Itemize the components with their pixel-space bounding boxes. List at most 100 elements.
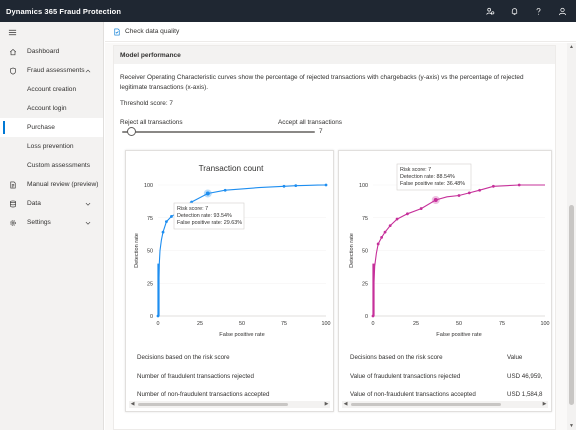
bell-icon[interactable] xyxy=(502,0,526,22)
y-axis-label: Detection rate xyxy=(349,233,355,268)
y-axis-label: Detection rate xyxy=(134,233,140,268)
sidebar-item-dashboard[interactable]: Dashboard xyxy=(0,42,103,61)
roc-description: Receiver Operating Characteristic curves… xyxy=(120,74,524,91)
tooltip-false-positive-rate: False positive rate: 36.48% xyxy=(400,181,465,187)
x-tick-label: 25 xyxy=(413,321,419,327)
sidebar-item-settings[interactable]: Settings xyxy=(0,213,103,232)
transaction-value-panel: 0 25 50 75 100 0 25 50 75 100 False positive rate D… xyxy=(338,150,552,412)
x-tick-label: 75 xyxy=(281,321,287,327)
scroll-right-icon[interactable]: ▶ xyxy=(541,401,548,408)
sidebar-item-label: Account creation xyxy=(27,86,77,93)
sidebar-item-purchase[interactable]: Purchase xyxy=(0,118,103,137)
highlight-point xyxy=(205,191,210,196)
user-icon[interactable] xyxy=(550,0,574,22)
sidebar-item-manual-review[interactable]: Manual review (preview) xyxy=(0,175,103,194)
data-point xyxy=(395,217,399,221)
scrollbar-thumb[interactable] xyxy=(138,403,288,406)
help-icon[interactable] xyxy=(526,0,550,22)
scrollbar-thumb[interactable] xyxy=(569,205,574,405)
sidebar-item-label: Loss prevention xyxy=(27,143,74,150)
sidebar-item-fraud-assessments[interactable]: Fraud assessments xyxy=(0,61,103,80)
transaction-count-chart: 0 25 50 75 100 0 25 50 75 100 False positive rate D… xyxy=(134,164,331,338)
sidebar-item-data[interactable]: Data xyxy=(0,194,103,213)
y-tick-label: 100 xyxy=(144,183,153,189)
data-point xyxy=(376,242,380,246)
chevron-up-icon[interactable] xyxy=(85,68,95,74)
data-point xyxy=(165,220,168,224)
data-point xyxy=(380,236,383,239)
y-tick-label: 0 xyxy=(365,314,368,320)
y-tick-label: 25 xyxy=(362,281,368,287)
app-title[interactable]: Dynamics 365 Fraud Protection xyxy=(6,7,478,16)
x-axis-label: False positive rate xyxy=(219,332,264,338)
data-point xyxy=(419,207,423,210)
data-point xyxy=(223,188,227,192)
top-bar: Dynamics 365 Fraud Protection xyxy=(0,0,576,22)
data-point xyxy=(170,215,173,218)
check-data-quality-label: Check data quality xyxy=(125,28,180,35)
x-tick-label: 75 xyxy=(499,321,505,327)
horizontal-scrollbar[interactable]: ◀ ▶ xyxy=(129,401,330,408)
table-row: Value of non-fraudulent transactions acc… xyxy=(339,386,551,402)
x-axis-label: False positive rate xyxy=(436,332,481,338)
data-point xyxy=(388,224,392,228)
scroll-up-icon[interactable]: ▲ xyxy=(567,43,576,51)
sidebar-item-account-creation[interactable]: Account creation xyxy=(0,80,103,99)
tooltip-false-positive-rate: False positive rate: 29.63% xyxy=(177,220,242,226)
hamburger-icon[interactable] xyxy=(0,22,103,42)
vertical-scrollbar[interactable]: ▲ ▼ xyxy=(567,43,576,430)
scroll-left-icon[interactable]: ◀ xyxy=(129,401,136,408)
highlight-point xyxy=(433,198,438,203)
y-tick-label: 75 xyxy=(147,216,153,222)
data-point xyxy=(478,188,482,192)
x-tick-label: 100 xyxy=(322,321,331,327)
table-row: Value of fraudulent transactions rejecte… xyxy=(339,368,551,384)
y-tick-label: 75 xyxy=(362,216,368,222)
data-point xyxy=(156,314,160,318)
table-row: Number of fraudulent transactions reject… xyxy=(126,368,333,384)
threshold-slider-track[interactable] xyxy=(122,131,315,133)
sidebar-item-label: Fraud assessments xyxy=(27,67,85,74)
sidebar-item-account-login[interactable]: Account login xyxy=(0,99,103,118)
y-tick-label: 50 xyxy=(362,249,368,255)
x-tick-label: 50 xyxy=(239,321,245,327)
table-row: Number of non-fraudulent transactions ac… xyxy=(126,386,333,402)
database-icon xyxy=(6,194,19,213)
sidebar-item-label: Purchase xyxy=(27,124,55,131)
data-point xyxy=(517,183,521,187)
data-point xyxy=(492,184,495,188)
data-point xyxy=(324,183,328,187)
scroll-right-icon[interactable]: ▶ xyxy=(323,401,330,408)
check-data-quality-button[interactable]: Check data quality xyxy=(113,28,179,36)
chevron-down-icon[interactable] xyxy=(85,201,95,207)
people-gear-icon[interactable] xyxy=(478,0,502,22)
document-check-icon xyxy=(114,28,120,35)
sidebar-item-loss-prevention[interactable]: Loss prevention xyxy=(0,137,103,156)
y-tick-label: 100 xyxy=(359,183,368,189)
data-point xyxy=(383,230,387,234)
tooltip-detection-rate: Detection rate: 93.54% xyxy=(177,213,232,219)
scroll-down-icon[interactable]: ▼ xyxy=(567,422,576,430)
row-label: Number of non-fraudulent transactions ac… xyxy=(137,390,270,398)
chevron-down-icon[interactable] xyxy=(85,220,95,226)
x-tick-label: 0 xyxy=(157,321,160,327)
scroll-left-icon[interactable]: ◀ xyxy=(342,401,349,408)
sidebar: Dashboard Fraud assessments Account crea… xyxy=(0,22,104,430)
table-header-row: Decisions based on the risk score Value xyxy=(339,349,551,365)
y-tick-label: 50 xyxy=(147,249,153,255)
chart-title: Transaction count xyxy=(199,164,265,173)
row-label: Number of fraudulent transactions reject… xyxy=(137,372,254,380)
horizontal-scrollbar[interactable]: ◀ ▶ xyxy=(342,401,548,408)
data-point xyxy=(406,212,409,216)
table-header-row: Decisions based on the risk score xyxy=(126,349,333,365)
sidebar-item-label: Manual review (preview) xyxy=(27,181,99,188)
data-point xyxy=(294,184,298,188)
slider-left-label: Reject all transactions xyxy=(120,119,183,126)
tooltip-risk-score: Risk score: 7 xyxy=(177,206,208,212)
x-tick-label: 25 xyxy=(197,321,203,327)
sidebar-item-custom-assessments[interactable]: Custom assessments xyxy=(0,156,103,175)
threshold-slider-thumb[interactable] xyxy=(127,127,137,136)
data-point xyxy=(161,230,165,234)
x-tick-label: 100 xyxy=(541,321,550,327)
scrollbar-thumb[interactable] xyxy=(351,403,501,406)
